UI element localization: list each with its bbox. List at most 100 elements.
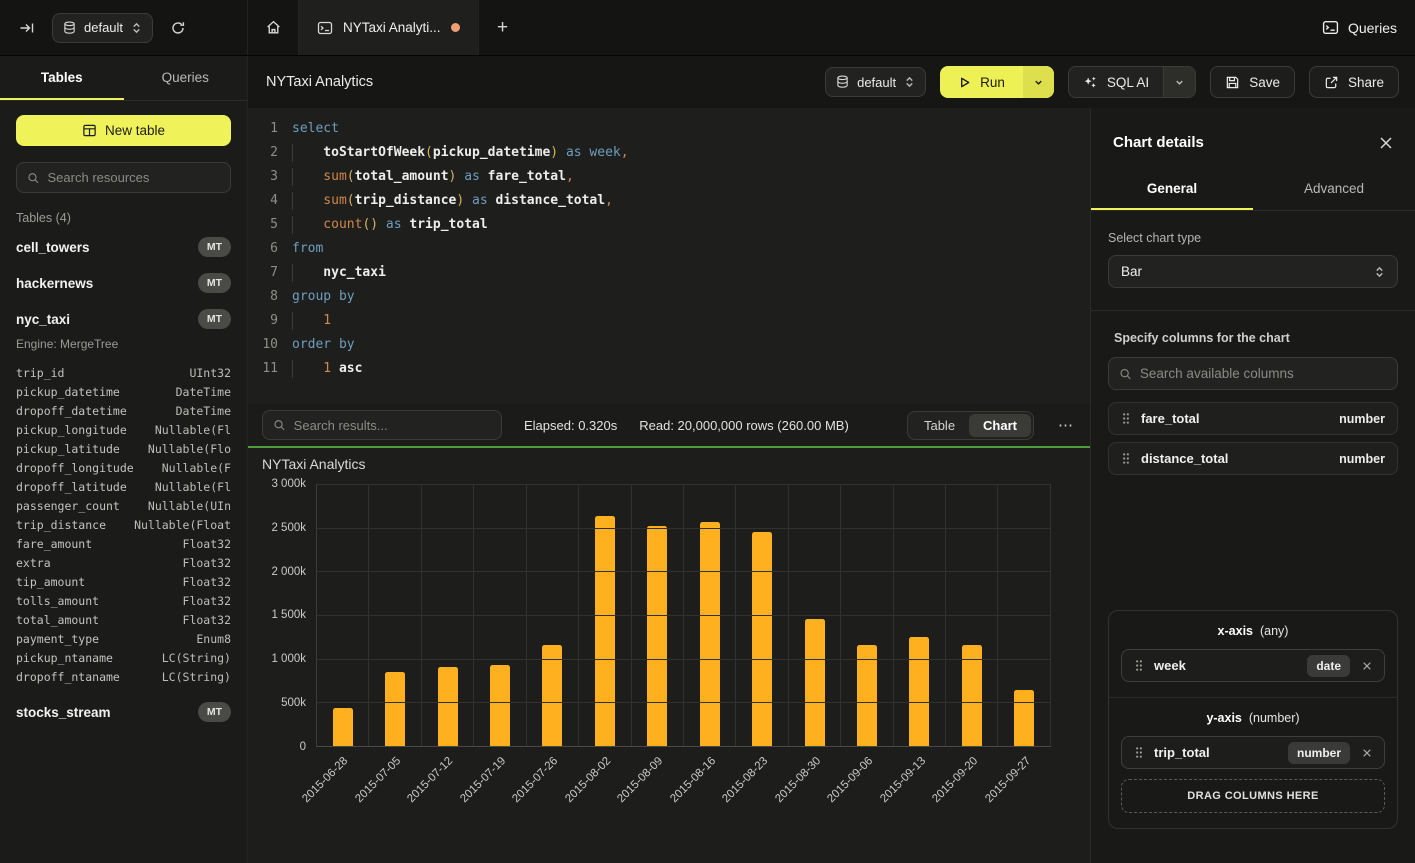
column-name: dropoff_latitude [16, 480, 127, 494]
column-row[interactable]: pickup_ntanameLC(String) [0, 648, 247, 667]
home-tab[interactable] [248, 0, 298, 55]
chart-bar[interactable] [962, 645, 982, 746]
chart-type-value: Bar [1121, 264, 1142, 279]
chart-bar[interactable] [700, 522, 720, 746]
chart-type-select[interactable]: Bar [1108, 255, 1398, 288]
refresh-button[interactable] [163, 13, 193, 43]
column-row[interactable]: pickup_latitudeNullable(Flo [0, 439, 247, 458]
column-row[interactable]: dropoff_datetimeDateTime [0, 401, 247, 420]
editor-line[interactable]: 11 1 asc [248, 357, 1090, 381]
editor-line[interactable]: 6from [248, 237, 1090, 261]
search-icon [1119, 367, 1132, 381]
run-button[interactable]: Run [940, 66, 1023, 98]
column-row[interactable]: pickup_longitudeNullable(Fl [0, 420, 247, 439]
results-search-input[interactable] [294, 418, 491, 433]
line-number: 6 [248, 237, 278, 261]
view-toggle-table[interactable]: Table [910, 414, 969, 437]
database-selector[interactable]: default [52, 13, 153, 43]
sql-ai-button[interactable]: SQL AI [1069, 67, 1163, 97]
y-axis-chip-trip-total[interactable]: trip_total number [1121, 736, 1385, 769]
editor-line[interactable]: 7 nyc_taxi [248, 261, 1090, 285]
queries-button-label: Queries [1348, 20, 1397, 36]
column-row[interactable]: passenger_count Nullable(UIn [0, 496, 247, 515]
results-search[interactable] [262, 410, 502, 440]
remove-x-axis-column-button[interactable] [1360, 661, 1374, 671]
column-type: Nullable(Fl [155, 423, 231, 437]
more-options-button[interactable]: ⋯ [1056, 416, 1076, 434]
collapse-sidebar-button[interactable] [12, 13, 42, 43]
tab-general[interactable]: General [1091, 171, 1253, 210]
editor-line[interactable]: 1select [248, 117, 1090, 141]
column-name: passenger_count [16, 499, 120, 513]
chart-bar[interactable] [805, 619, 825, 747]
column-row[interactable]: trip_distanceNullable(Float [0, 515, 247, 534]
sidebar-search-input[interactable] [48, 170, 220, 185]
remove-y-axis-column-button[interactable] [1360, 748, 1374, 758]
chart-bar[interactable] [595, 516, 615, 746]
chart-bar[interactable] [438, 667, 458, 746]
x-axis-chip-week[interactable]: week date [1121, 649, 1385, 682]
column-row[interactable]: trip_idUInt32 [0, 363, 247, 382]
available-column-distance-total[interactable]: distance_total number [1108, 442, 1398, 475]
column-row[interactable]: fare_amountFloat32 [0, 534, 247, 553]
column-row[interactable]: total_amountFloat32 [0, 610, 247, 629]
query-actions: default Run SQL AI [825, 66, 1399, 98]
chart-bar[interactable] [333, 708, 353, 746]
table-row-nyc-taxi[interactable]: nyc_taxi MT [0, 301, 247, 337]
engine-badge: MT [198, 309, 231, 329]
columns-search-input[interactable] [1140, 366, 1387, 381]
column-row[interactable]: dropoff_latitudeNullable(Fl [0, 477, 247, 496]
editor-line[interactable]: 3 sum(total_amount) as fare_total, [248, 165, 1090, 189]
close-panel-button[interactable] [1379, 136, 1393, 150]
editor-line[interactable]: 10order by [248, 333, 1090, 357]
column-name: trip_distance [16, 518, 106, 532]
gridline [317, 484, 1051, 485]
columns-search[interactable] [1108, 357, 1398, 390]
column-row[interactable]: payment_typeEnum8 [0, 629, 247, 648]
save-button[interactable]: Save [1210, 66, 1295, 98]
sidebar-search[interactable] [16, 162, 231, 193]
table-row-hackernews[interactable]: hackernews MT [0, 265, 247, 301]
column-row[interactable]: extraFloat32 [0, 553, 247, 572]
column-row[interactable]: pickup_datetimeDateTime [0, 382, 247, 401]
available-column-fare-total[interactable]: fare_total number [1108, 402, 1398, 435]
chart-bar[interactable] [1014, 690, 1034, 746]
column-row[interactable]: dropoff_ntanameLC(String) [0, 667, 247, 686]
drop-zone[interactable]: DRAG COLUMNS HERE [1121, 779, 1385, 813]
chart-bar[interactable] [909, 637, 929, 746]
refresh-icon [170, 20, 186, 36]
share-button[interactable]: Share [1309, 66, 1399, 98]
new-tab-button[interactable]: + [479, 0, 527, 55]
chart-bar[interactable] [857, 645, 877, 746]
column-row[interactable]: dropoff_longitudeNullable(F [0, 458, 247, 477]
chart-bar[interactable] [490, 665, 510, 746]
chart-bar[interactable] [385, 672, 405, 746]
query-database-value: default [857, 75, 896, 90]
editor-line[interactable]: 2 toStartOfWeek(pickup_datetime) as week… [248, 141, 1090, 165]
sql-editor[interactable]: 1select2 toStartOfWeek(pickup_datetime) … [248, 108, 1090, 404]
table-row-stocks-stream[interactable]: stocks_stream MT [0, 694, 247, 730]
sidebar-tab-queries[interactable]: Queries [124, 56, 248, 100]
new-table-button[interactable]: New table [16, 115, 231, 146]
editor-line[interactable]: 8group by [248, 285, 1090, 309]
editor-line[interactable]: 9 1 [248, 309, 1090, 333]
tab-advanced[interactable]: Advanced [1253, 171, 1415, 210]
view-toggle-chart[interactable]: Chart [969, 414, 1031, 437]
tab-nytaxi-analytics[interactable]: NYTaxi Analyti... [298, 0, 479, 55]
table-row-cell-towers[interactable]: cell_towers MT [0, 229, 247, 265]
chart-bar[interactable] [542, 645, 562, 746]
sql-ai-options-button[interactable] [1163, 67, 1195, 97]
column-type: Nullable(UIn [148, 499, 231, 513]
query-database-selector[interactable]: default [825, 67, 926, 97]
search-icon [27, 171, 40, 185]
editor-line[interactable]: 5 count() as trip_total [248, 213, 1090, 237]
chart-bar[interactable] [647, 526, 667, 746]
query-tab-icon [317, 20, 333, 36]
column-row[interactable]: tolls_amountFloat32 [0, 591, 247, 610]
queries-button[interactable]: Queries [1322, 19, 1397, 36]
editor-line[interactable]: 4 sum(trip_distance) as distance_total, [248, 189, 1090, 213]
chart-bar[interactable] [752, 532, 772, 746]
column-row[interactable]: tip_amountFloat32 [0, 572, 247, 591]
sidebar-tab-tables[interactable]: Tables [0, 56, 124, 100]
run-options-button[interactable] [1023, 66, 1054, 98]
